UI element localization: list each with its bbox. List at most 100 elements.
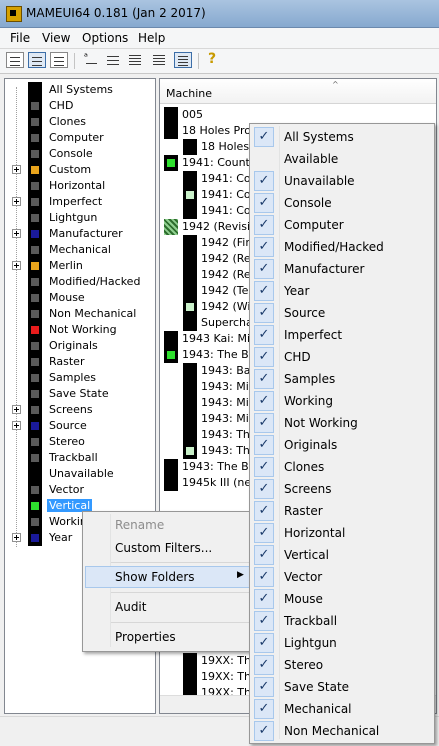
show-folder-option[interactable]: ✓ Clones [252,456,430,478]
tree-item-label: Screens [49,403,93,416]
checkmark-icon: ✓ [254,567,274,587]
show-folder-option[interactable]: ✓ Modified/Hacked [252,236,430,258]
tree-item[interactable]: Source [5,418,155,434]
expand-icon[interactable] [12,165,21,174]
machine-status-icon [183,203,197,219]
tree-item[interactable]: Modified/Hacked [5,274,155,290]
tree-item[interactable]: Vector [5,482,155,498]
show-folder-option[interactable]: ✓ Save State [252,676,430,698]
menu-help[interactable]: Help [138,31,165,45]
checkmark-icon: ✓ [254,435,274,455]
tree-item[interactable]: Raster [5,354,155,370]
show-folder-option[interactable]: ✓ Originals [252,434,430,456]
tree-item-label: Imperfect [49,195,103,208]
machine-status-icon [183,283,197,299]
machine-column-header[interactable]: ^ Machine [160,79,436,104]
folder-icon [28,290,42,306]
tree-item[interactable]: Horizontal [5,178,155,194]
folder-icon [28,82,42,98]
show-folder-option[interactable]: ✓ Horizontal [252,522,430,544]
large-icons-icon[interactable]: ᵃ [82,52,100,68]
menu-view[interactable]: View [42,31,70,45]
machine-name: 1943 Kai: Mid [182,332,258,345]
show-folder-option[interactable]: ✓ Computer [252,214,430,236]
show-folder-option[interactable]: ✓ Mouse [252,588,430,610]
show-folder-option[interactable]: ✓ Lightgun [252,632,430,654]
show-folder-option[interactable]: ✓ Working [252,390,430,412]
show-folder-option[interactable]: ✓ Samples [252,368,430,390]
tree-item[interactable]: Lightgun [5,210,155,226]
small-icons-icon[interactable] [104,52,122,68]
folder-icon [28,450,42,466]
tree-item[interactable]: Mechanical [5,242,155,258]
tree-item[interactable]: Originals [5,338,155,354]
tree-item[interactable]: Merlin [5,258,155,274]
tree-item[interactable]: Non Mechanical [5,306,155,322]
expand-icon[interactable] [12,533,21,542]
tree-item[interactable]: Not Working [5,322,155,338]
tree-item[interactable]: Console [5,146,155,162]
show-folder-option[interactable]: ✓ Stereo [252,654,430,676]
tree-item[interactable]: Manufacturer [5,226,155,242]
tree-item[interactable]: Screens [5,402,155,418]
tree-item[interactable]: Samples [5,370,155,386]
show-folder-option[interactable]: ✓ Screens [252,478,430,500]
tree-item[interactable]: Stereo [5,434,155,450]
toggle-panel-icon[interactable] [50,52,68,68]
app-icon[interactable] [6,6,22,22]
tree-item[interactable]: Unavailable [5,466,155,482]
show-folder-option[interactable]: ✓ Imperfect [252,324,430,346]
show-folder-option[interactable]: ✓ Non Mechanical [252,720,430,742]
tree-item[interactable]: Computer [5,130,155,146]
expand-icon[interactable] [12,261,21,270]
tree-item-label: Custom [49,163,92,176]
tree-item[interactable]: Mouse [5,290,155,306]
machine-status-icon [164,219,178,235]
tree-item-label: Computer [49,131,104,144]
grouped-icon[interactable] [174,52,192,68]
show-folder-option-label: Save State [284,680,350,694]
expand-icon[interactable] [12,197,21,206]
show-folder-option[interactable]: ✓ All Systems [252,126,430,148]
toggle-picture-icon[interactable] [28,52,46,68]
show-folder-option[interactable]: ✓ Raster [252,500,430,522]
show-folder-option[interactable]: ✓ Year [252,280,430,302]
expand-icon[interactable] [12,405,21,414]
show-folder-option[interactable]: ✓ Trackball [252,610,430,632]
menu-options[interactable]: Options [82,31,128,45]
properties-menu-item[interactable]: Properties [115,630,176,644]
tree-item[interactable]: Save State [5,386,155,402]
show-folder-option[interactable]: Available [252,148,430,170]
show-folder-option[interactable]: ✓ Mechanical [252,698,430,720]
details-icon[interactable] [150,52,168,68]
show-folders-menu-item[interactable]: Show Folders [115,570,195,584]
tree-item[interactable]: Clones [5,114,155,130]
show-folder-option[interactable]: ✓ Unavailable [252,170,430,192]
show-folder-option[interactable]: ✓ Console [252,192,430,214]
show-folder-option[interactable]: ✓ Vector [252,566,430,588]
list-icon[interactable] [126,52,144,68]
submenu-arrow-icon: ▶ [237,570,244,580]
show-folder-option[interactable]: ✓ Source [252,302,430,324]
expand-icon[interactable] [12,229,21,238]
machine-name: 1943: The Ba [182,348,256,361]
help-icon[interactable]: ? [205,51,223,68]
show-folder-option[interactable]: ✓ Not Working [252,412,430,434]
window-title: MAMEUI64 0.181 (Jan 2 2017) [26,6,206,20]
show-folder-option[interactable]: ✓ Manufacturer [252,258,430,280]
tree-item[interactable]: CHD [5,98,155,114]
custom-filters-menu-item[interactable]: Custom Filters... [115,541,212,555]
show-folder-option[interactable]: ✓ CHD [252,346,430,368]
expand-icon[interactable] [12,421,21,430]
menu-file[interactable]: File [10,31,30,45]
tree-item[interactable]: Trackball [5,450,155,466]
audit-menu-item[interactable]: Audit [115,600,146,614]
tree-item[interactable]: All Systems [5,82,155,98]
tree-item[interactable]: Custom [5,162,155,178]
show-folder-option[interactable]: ✓ Vertical [252,544,430,566]
machine-status-icon [164,155,178,171]
show-folder-option-label: Raster [284,504,323,518]
tree-item[interactable]: Imperfect [5,194,155,210]
folder-icon [28,210,42,226]
toggle-folders-icon[interactable] [6,52,24,68]
